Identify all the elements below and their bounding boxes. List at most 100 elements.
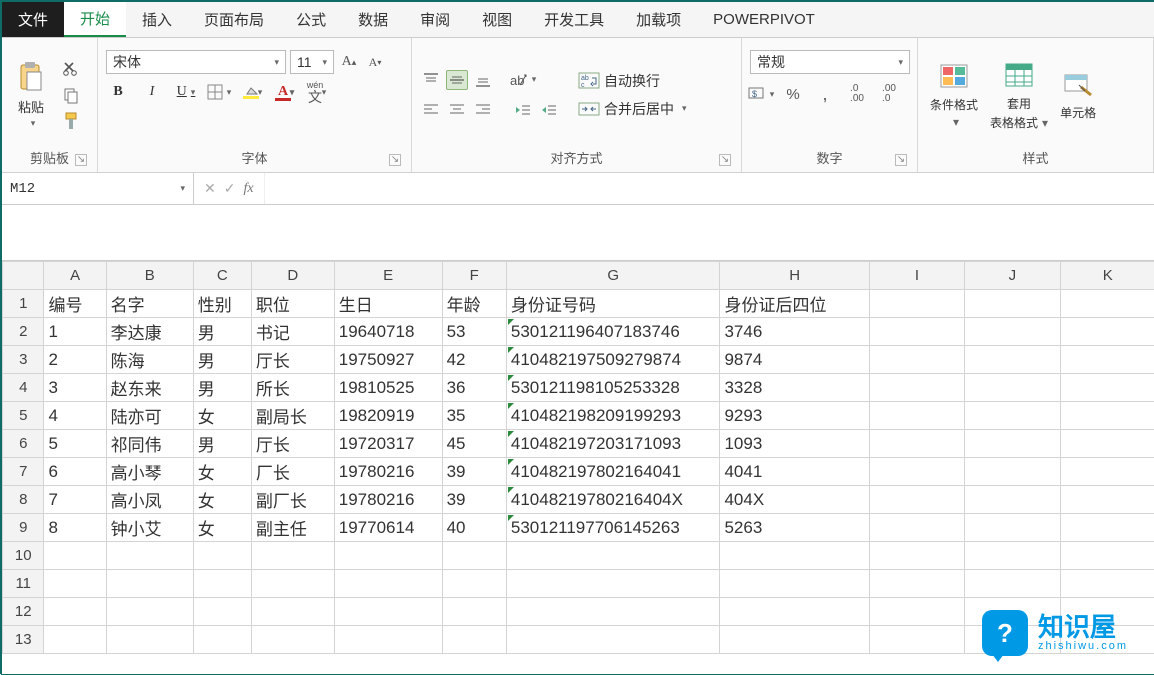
cell[interactable] [965,486,1060,514]
select-all-corner[interactable] [3,262,44,290]
cell[interactable]: 5263 [720,514,869,542]
cell[interactable]: 19780216 [334,486,442,514]
row-header[interactable]: 11 [3,570,44,598]
cell[interactable] [869,626,964,654]
cell[interactable]: 1 [44,318,106,346]
cell[interactable]: 职位 [251,290,334,318]
cell[interactable]: 5 [44,430,106,458]
cell[interactable]: 名字 [106,290,193,318]
row-header[interactable]: 3 [3,346,44,374]
cell[interactable]: 书记 [251,318,334,346]
col-header-I[interactable]: I [869,262,964,290]
cell[interactable]: 厅长 [251,430,334,458]
font-size-select[interactable]: 11▾ [290,50,334,74]
cell[interactable] [106,542,193,570]
cell[interactable]: 19720317 [334,430,442,458]
cell[interactable]: 410482197203171093 [506,430,720,458]
cell[interactable] [720,570,869,598]
cell[interactable]: 性别 [193,290,251,318]
fx-icon[interactable]: fx [243,181,253,197]
cell[interactable]: 陈海 [106,346,193,374]
col-header-H[interactable]: H [720,262,869,290]
fill-color-button[interactable]: ▾ [240,82,262,102]
cell[interactable] [442,570,506,598]
align-top-icon[interactable] [420,70,442,90]
cell[interactable]: 1093 [720,430,869,458]
number-dialog-icon[interactable]: ↘ [895,154,907,166]
row-header[interactable]: 9 [3,514,44,542]
cell[interactable]: 410482197509279874 [506,346,720,374]
cell[interactable]: 3328 [720,374,869,402]
cell[interactable] [1060,346,1154,374]
cell[interactable] [869,430,964,458]
format-as-table-button[interactable]: 套用 表格格式▾ [986,57,1052,133]
cell[interactable] [442,542,506,570]
cell[interactable]: 女 [193,514,251,542]
cell[interactable]: 2 [44,346,106,374]
cell[interactable]: 8 [44,514,106,542]
cell[interactable]: 19780216 [334,458,442,486]
increase-indent-icon[interactable] [538,100,560,120]
italic-button[interactable]: I [140,84,164,100]
format-painter-button[interactable] [60,111,82,131]
cell[interactable] [251,598,334,626]
col-header-E[interactable]: E [334,262,442,290]
cell[interactable]: 生日 [334,290,442,318]
cell[interactable]: 4041 [720,458,869,486]
cell[interactable] [334,570,442,598]
tab-开始[interactable]: 开始 [64,2,126,37]
paste-button[interactable]: 粘贴 ▾ [10,59,52,131]
cell[interactable] [965,402,1060,430]
tab-开发工具[interactable]: 开发工具 [528,2,620,37]
accounting-format-button[interactable]: $▾ [750,84,772,104]
cell[interactable] [1060,318,1154,346]
cell[interactable] [44,626,106,654]
cell[interactable] [965,570,1060,598]
cell[interactable] [334,626,442,654]
cell[interactable]: 19820919 [334,402,442,430]
cell[interactable]: 女 [193,486,251,514]
cell[interactable] [965,290,1060,318]
cell[interactable]: 男 [193,374,251,402]
cell[interactable] [869,598,964,626]
row-header[interactable]: 6 [3,430,44,458]
spreadsheet-grid[interactable]: ABCDEFGHIJK1编号名字性别职位生日年龄身份证号码身份证后四位21李达康… [2,261,1154,654]
decrease-font-icon[interactable]: A▾ [364,52,386,72]
cell[interactable] [869,514,964,542]
cell[interactable]: 41048219780216404X [506,486,720,514]
cell[interactable] [251,570,334,598]
cell[interactable]: 男 [193,318,251,346]
row-header[interactable]: 13 [3,626,44,654]
align-center-icon[interactable] [446,100,468,120]
cell[interactable]: 副厂长 [251,486,334,514]
cell[interactable] [720,626,869,654]
cell[interactable]: 男 [193,430,251,458]
cell[interactable] [193,598,251,626]
cell[interactable]: 36 [442,374,506,402]
col-header-K[interactable]: K [1060,262,1154,290]
formula-input[interactable] [265,173,1154,204]
number-format-select[interactable]: 常规▾ [750,50,910,74]
cell[interactable]: 530121198105253328 [506,374,720,402]
decrease-decimal-icon[interactable]: .00.0 [878,84,900,104]
cell[interactable]: 19640718 [334,318,442,346]
tab-页面布局[interactable]: 页面布局 [188,2,280,37]
cell[interactable]: 6 [44,458,106,486]
cell[interactable] [44,570,106,598]
cell[interactable] [442,598,506,626]
cell[interactable] [334,542,442,570]
col-header-A[interactable]: A [44,262,106,290]
row-header[interactable]: 5 [3,402,44,430]
cell[interactable]: 副主任 [251,514,334,542]
underline-button[interactable]: U▾ [174,84,198,100]
cell[interactable]: 钟小艾 [106,514,193,542]
cell[interactable]: 厂长 [251,458,334,486]
cell[interactable]: 身份证后四位 [720,290,869,318]
cell[interactable] [965,458,1060,486]
cell[interactable] [251,626,334,654]
align-right-icon[interactable] [472,100,494,120]
cell[interactable] [106,598,193,626]
cancel-formula-icon[interactable]: ✕ [204,180,216,197]
cell[interactable] [1060,458,1154,486]
cell[interactable] [869,570,964,598]
